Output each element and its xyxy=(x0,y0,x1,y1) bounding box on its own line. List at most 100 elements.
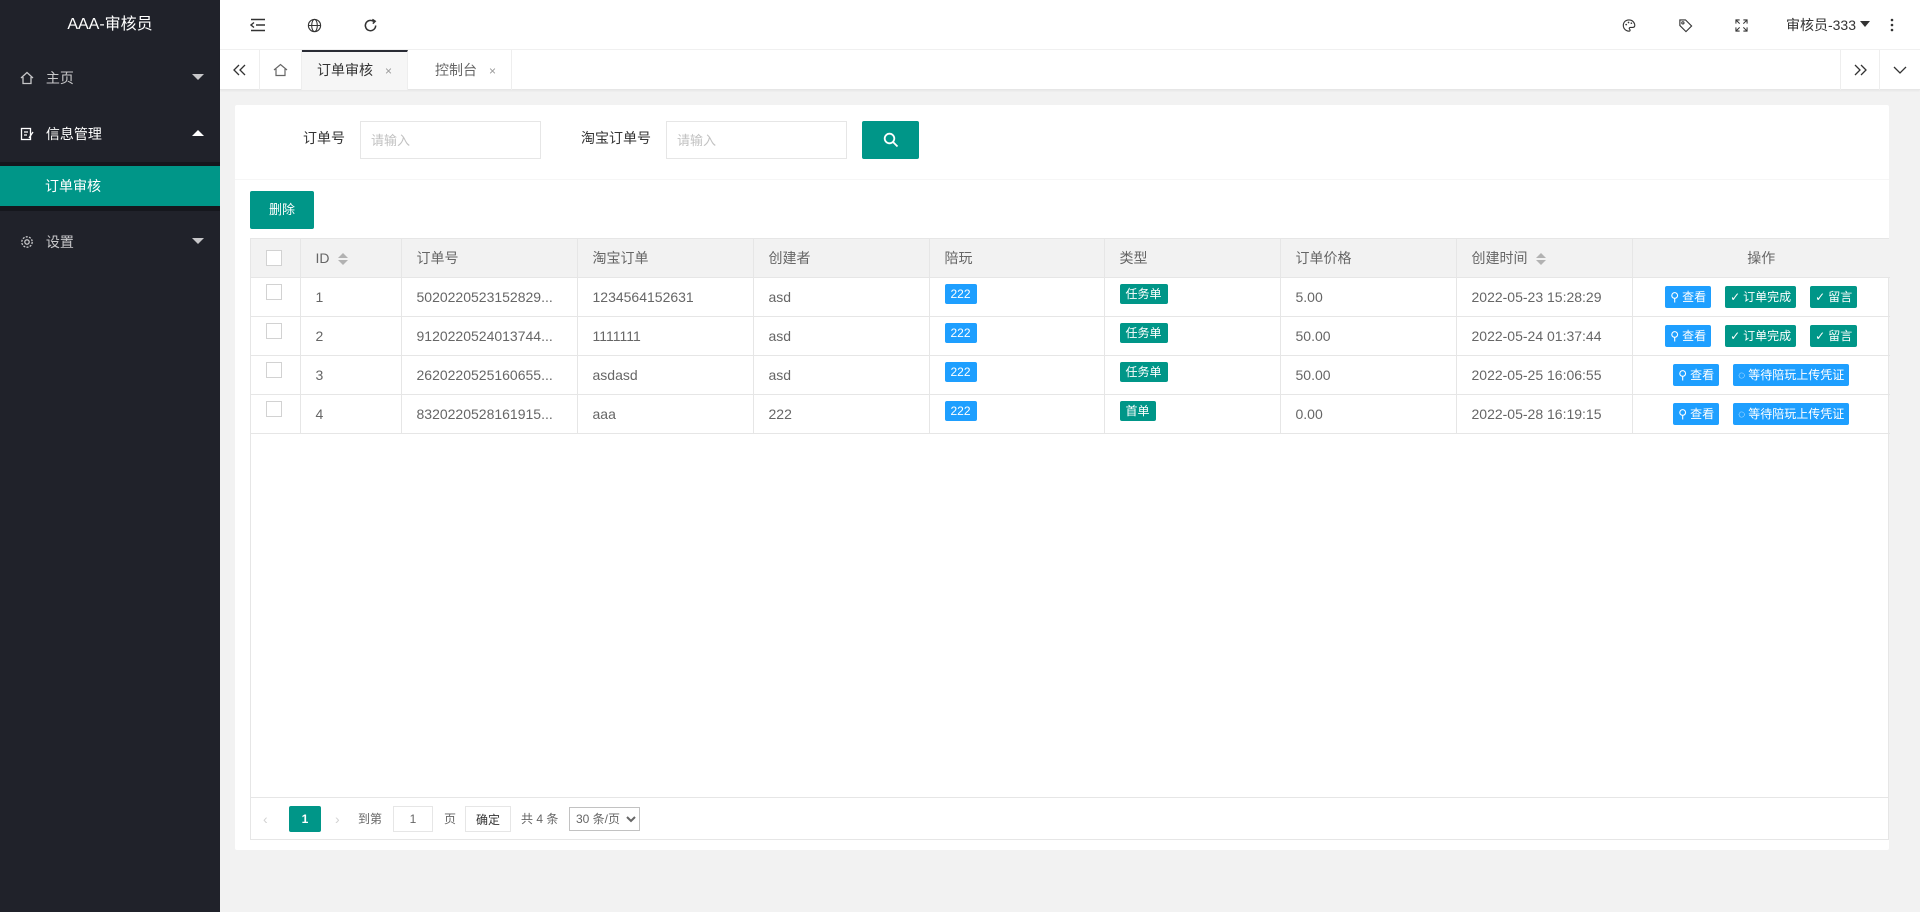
cell-creator: asd xyxy=(753,277,930,317)
message-button[interactable]: ✓ 留言 xyxy=(1810,324,1858,347)
table-row: 1 5020220523152829... 1234564152631 asd 222 任… xyxy=(251,277,1890,317)
home-tab-icon[interactable] xyxy=(260,50,302,90)
cell-order-no: 9120220524013744... xyxy=(401,316,578,356)
cell-created: 2022-05-25 16:06:55 xyxy=(1456,355,1633,395)
sidebar-item-label: 设置 xyxy=(45,234,74,250)
taobao-no-input[interactable] xyxy=(666,121,847,159)
top-header: 审核员-333 xyxy=(220,0,1920,50)
sort-icon[interactable] xyxy=(337,252,348,266)
app-title: AAA-审核员 xyxy=(67,16,153,33)
sidebar-item-label: 主页 xyxy=(45,70,74,86)
await-proof-button[interactable]: ◌ 等待陪玩上传凭证 xyxy=(1733,363,1850,386)
row-checkbox[interactable] xyxy=(266,322,282,339)
player-badge: 222 xyxy=(944,361,977,382)
fullscreen-icon[interactable] xyxy=(1721,0,1761,50)
cell-order-no: 5020220523152829... xyxy=(401,277,578,317)
tabs-scroll-right-icon[interactable] xyxy=(1840,50,1880,90)
goto-confirm-button[interactable]: 确定 xyxy=(465,806,512,832)
next-page-icon[interactable]: › xyxy=(335,806,340,832)
select-all-checkbox[interactable] xyxy=(266,250,282,267)
cell-id: 1 xyxy=(300,277,402,317)
refresh-icon[interactable] xyxy=(350,0,390,50)
message-button[interactable]: ✓ 留言 xyxy=(1810,285,1858,308)
cell-taobao: 1234564152631 xyxy=(577,277,754,317)
user-menu[interactable]: 审核员-333 xyxy=(1786,0,1870,50)
tab-order-review[interactable]: 订单审核 × xyxy=(302,50,409,90)
sidebar-item-order-review[interactable]: 订单审核 xyxy=(0,166,220,206)
view-button[interactable]: ⚲ 查看 xyxy=(1673,402,1720,425)
globe-icon[interactable] xyxy=(294,0,334,50)
player-badge: 222 xyxy=(944,322,977,343)
row-actions: ⚲ 查看 ◌ 等待陪玩上传凭证 xyxy=(1648,363,1876,386)
sidebar-item-settings[interactable]: 设置 xyxy=(0,214,220,270)
cell-id: 4 xyxy=(300,394,402,434)
search-icon: ⚲ xyxy=(1670,328,1680,343)
data-table: ID 订单号 淘宝订单 创建者 陪玩 类型 订单价格 创建时间 操作 1 5020… xyxy=(250,238,1890,840)
order-no-input[interactable] xyxy=(360,121,541,159)
type-badge: 任务单 xyxy=(1119,283,1168,304)
prev-page-icon[interactable]: ‹ xyxy=(263,806,268,832)
tabs-dropdown-icon[interactable] xyxy=(1880,50,1920,90)
search-icon: ⚲ xyxy=(1678,406,1688,421)
col-price: 订单价格 xyxy=(1280,239,1457,278)
sidebar-item-info-management[interactable]: 信息管理 xyxy=(0,106,220,162)
search-icon: ⚲ xyxy=(1678,367,1688,382)
more-icon[interactable] xyxy=(1872,0,1912,50)
page-1-button[interactable]: 1 xyxy=(289,806,321,832)
theme-icon[interactable] xyxy=(1609,0,1649,50)
tag-icon[interactable] xyxy=(1665,0,1705,50)
row-checkbox[interactable] xyxy=(266,400,282,417)
check-icon: ✓ xyxy=(1815,328,1826,343)
per-page-select[interactable]: 30 条/页 xyxy=(569,807,640,831)
content-card: 订单号 淘宝订单号 删除 ID 订单号 淘宝订单 创建者 陪玩 类型 xyxy=(235,105,1890,850)
row-checkbox[interactable] xyxy=(266,361,282,378)
home-icon xyxy=(20,52,34,85)
close-icon[interactable]: × xyxy=(385,64,392,78)
player-badge: 222 xyxy=(944,283,977,304)
search-button[interactable] xyxy=(862,121,919,159)
complete-order-button[interactable]: ✓ 订单完成 xyxy=(1725,285,1797,308)
sidebar: AAA-审核员 主页 信息管理 订单审核 设置 xyxy=(0,0,220,912)
delete-button[interactable]: 删除 xyxy=(250,191,314,229)
row-actions: ⚲ 查看 ✓ 订单完成 ✓ 留言 xyxy=(1648,285,1876,308)
col-ops: 操作 xyxy=(1632,239,1890,278)
tabs-bar: 订单审核 × 控制台 × xyxy=(220,50,1920,90)
loading-icon: ◌ xyxy=(1738,367,1746,382)
row-checkbox[interactable] xyxy=(266,283,282,300)
col-taobao: 淘宝订单 xyxy=(577,239,754,278)
type-badge: 任务单 xyxy=(1119,361,1168,382)
table-row: 2 9120220524013744... 1111111 asd 222 任务单 50.0… xyxy=(251,316,1890,356)
pagination: ‹ 1 › 到第 页 确定 共 4 条 30 条/页 xyxy=(251,797,1888,839)
chevron-down-icon xyxy=(192,238,204,244)
menu-fold-icon[interactable] xyxy=(238,0,278,50)
search-icon xyxy=(883,132,898,148)
complete-order-button[interactable]: ✓ 订单完成 xyxy=(1725,324,1797,347)
cell-creator: asd xyxy=(753,355,930,395)
cell-id: 3 xyxy=(300,355,402,395)
cell-price: 5.00 xyxy=(1280,277,1457,317)
cell-price: 0.00 xyxy=(1280,394,1457,434)
view-button[interactable]: ⚲ 查看 xyxy=(1665,324,1712,347)
tabs-scroll-left-icon[interactable] xyxy=(220,50,260,90)
view-button[interactable]: ⚲ 查看 xyxy=(1673,363,1720,386)
gear-icon xyxy=(20,216,34,248)
close-icon[interactable]: × xyxy=(489,64,496,78)
col-id[interactable]: ID xyxy=(300,239,402,278)
search-icon: ⚲ xyxy=(1670,289,1680,304)
tab-dashboard[interactable]: 控制台 × xyxy=(420,50,513,90)
search-form: 订单号 淘宝订单号 xyxy=(235,105,1889,180)
row-actions: ⚲ 查看 ✓ 订单完成 ✓ 留言 xyxy=(1648,324,1876,347)
cell-price: 50.00 xyxy=(1280,316,1457,356)
view-button[interactable]: ⚲ 查看 xyxy=(1665,285,1712,308)
sort-icon[interactable] xyxy=(1535,252,1546,266)
col-created[interactable]: 创建时间 xyxy=(1456,239,1633,278)
cell-created: 2022-05-23 15:28:29 xyxy=(1456,277,1633,317)
page-unit-label: 页 xyxy=(444,812,457,826)
await-proof-button[interactable]: ◌ 等待陪玩上传凭证 xyxy=(1733,402,1850,425)
sidebar-item-home[interactable]: 主页 xyxy=(0,50,220,106)
tab-label: 订单审核 xyxy=(317,62,373,78)
col-type: 类型 xyxy=(1104,239,1281,278)
cell-creator: 222 xyxy=(753,394,930,434)
goto-page-input[interactable] xyxy=(393,806,433,832)
chevron-down-icon xyxy=(1860,21,1870,27)
